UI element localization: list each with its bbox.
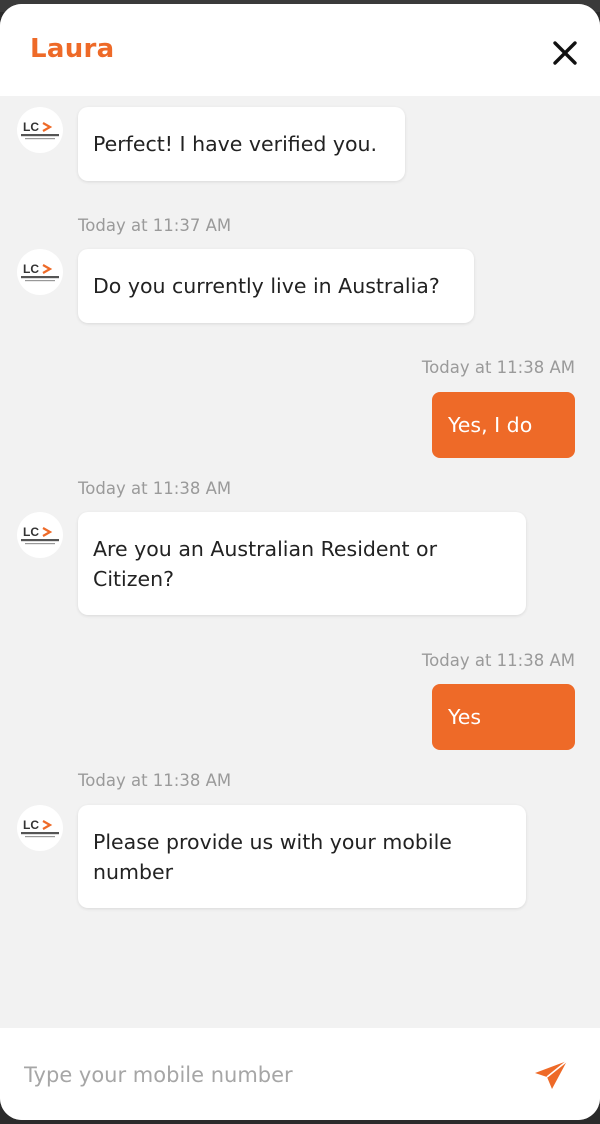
send-icon (535, 1060, 568, 1089)
message-timestamp: Today at 11:38 AM (78, 771, 232, 790)
message-timestamp: Today at 11:38 AM (78, 479, 232, 498)
bot-message-bubble: Are you an Australian Resident or Citize… (78, 512, 526, 615)
message-text: Do you currently live in Australia? (93, 274, 440, 298)
user-message-bubble: Yes, I do (432, 392, 575, 458)
svg-text:LC: LC (23, 120, 39, 134)
labour-connect-logo: LC (21, 818, 59, 838)
user-message-bubble: Yes (432, 684, 575, 750)
mobile-number-input[interactable] (22, 1054, 506, 1096)
chat-sheet: Laura LC Perfect! I have verified you. T… (0, 4, 600, 1120)
chat-title: Laura (30, 34, 115, 64)
svg-text:LC: LC (23, 262, 39, 276)
labour-connect-logo: LC (21, 262, 59, 282)
message-text: Yes (448, 705, 482, 729)
svg-text:LC: LC (23, 525, 39, 539)
close-icon (553, 41, 577, 65)
message-text: Are you an Australian Resident or Citize… (93, 537, 438, 591)
message-text: Please provide us with your mobile numbe… (93, 830, 452, 884)
chat-screen: Laura LC Perfect! I have verified you. T… (0, 0, 600, 1124)
close-button[interactable] (548, 36, 582, 70)
message-timestamp: Today at 11:38 AM (421, 651, 575, 670)
message-text: Yes, I do (448, 413, 533, 437)
svg-text:LC: LC (23, 818, 39, 832)
message-composer (0, 1028, 600, 1120)
bot-avatar: LC (17, 805, 63, 851)
message-timestamp: Today at 11:37 AM (78, 216, 232, 235)
chat-header: Laura (0, 4, 600, 96)
bot-avatar: LC (17, 107, 63, 153)
send-button[interactable] (532, 1058, 570, 1092)
bot-message-bubble: Perfect! I have verified you. (78, 107, 405, 181)
bot-message-bubble: Please provide us with your mobile numbe… (78, 805, 526, 908)
message-text: Perfect! I have verified you. (93, 132, 378, 156)
message-timestamp: Today at 11:38 AM (421, 358, 575, 377)
labour-connect-logo: LC (21, 525, 59, 545)
bot-avatar: LC (17, 512, 63, 558)
labour-connect-logo: LC (21, 120, 59, 140)
bot-message-bubble: Do you currently live in Australia? (78, 249, 474, 323)
bot-avatar: LC (17, 249, 63, 295)
